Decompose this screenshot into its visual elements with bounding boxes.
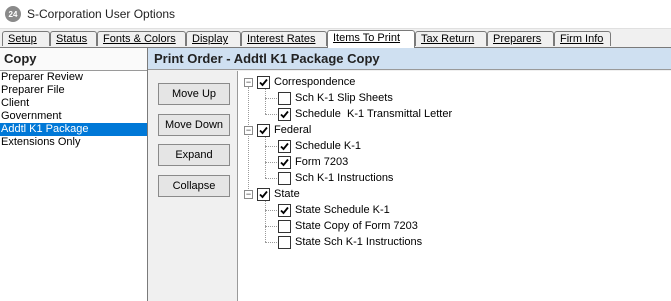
tab-tax-return[interactable]: Tax Return	[415, 31, 487, 46]
tab-interest-rates[interactable]: Interest Rates	[241, 31, 327, 46]
copy-item-addtl-k1-package[interactable]: Addtl K1 Package	[0, 123, 147, 136]
tab-items-to-print[interactable]: Items To Print	[327, 30, 415, 48]
checkbox[interactable]	[278, 91, 291, 105]
tree-connector	[265, 210, 277, 211]
checkbox[interactable]	[278, 235, 291, 249]
tab-strip: Setup Status Fonts & Colors Display Inte…	[0, 29, 671, 48]
collapse-button[interactable]: Collapse	[158, 175, 230, 197]
checkbox[interactable]	[278, 203, 291, 217]
checkbox[interactable]	[257, 187, 270, 201]
copy-item-extensions-only[interactable]: Extensions Only	[0, 136, 147, 149]
checkmark-icon	[280, 142, 289, 150]
tree-connector	[265, 226, 277, 227]
tree-node-label: Schedule K-1 Transmittal Letter	[295, 108, 453, 120]
tree-node-state-sch-k1-instructions[interactable]: State Sch K-1 Instructions	[278, 234, 422, 250]
tree-node-label: Schedule K-1	[295, 140, 362, 152]
checkmark-icon	[259, 190, 268, 198]
tree-connector	[265, 89, 266, 114]
tree-connector	[248, 87, 249, 195]
tree-node-label: State Copy of Form 7203	[295, 220, 418, 232]
tree-node-correspondence[interactable]: − Correspondence	[244, 74, 355, 90]
checkbox[interactable]	[257, 75, 270, 89]
tree-node-federal[interactable]: − Federal	[244, 122, 311, 138]
checkmark-icon	[280, 110, 289, 118]
tree-connector	[265, 242, 277, 243]
app-icon: 24	[5, 6, 21, 22]
tree-node-sch-k1-slip-sheets[interactable]: Sch K-1 Slip Sheets	[278, 90, 393, 106]
print-order-tree: − Correspondence Sch K-1 Slip Sheets Sch…	[238, 71, 671, 301]
tree-connector	[265, 98, 277, 99]
checkbox[interactable]	[278, 107, 291, 121]
collapse-toggle-icon[interactable]: −	[244, 125, 253, 135]
checkbox[interactable]	[278, 139, 291, 153]
copy-panel: Copy Preparer Review Preparer File Clien…	[0, 48, 148, 301]
collapse-toggle-icon[interactable]: −	[244, 77, 253, 87]
copy-item-preparer-review[interactable]: Preparer Review	[0, 71, 147, 84]
tab-setup[interactable]: Setup	[2, 31, 50, 46]
tree-node-sch-k1-instructions[interactable]: Sch K-1 Instructions	[278, 170, 393, 186]
tree-connector	[265, 137, 266, 178]
print-order-buttons: Move Up Move Down Expand Collapse	[148, 71, 238, 301]
checkbox[interactable]	[278, 155, 291, 169]
checkbox[interactable]	[278, 171, 291, 185]
tree-connector	[265, 146, 277, 147]
tab-display[interactable]: Display	[186, 31, 241, 46]
move-up-button[interactable]: Move Up	[158, 83, 230, 105]
tab-status[interactable]: Status	[50, 31, 97, 46]
checkmark-icon	[280, 158, 289, 166]
tree-connector	[265, 114, 277, 115]
tree-node-label: Federal	[274, 124, 312, 136]
tree-node-label: Sch K-1 Instructions	[295, 172, 394, 184]
checkmark-icon	[259, 78, 268, 86]
tree-node-state-copy-form-7203[interactable]: State Copy of Form 7203	[278, 218, 418, 234]
checkmark-icon	[259, 126, 268, 134]
copy-list: Preparer Review Preparer File Client Gov…	[0, 71, 147, 149]
tree-node-label: State Sch K-1 Instructions	[295, 236, 423, 248]
expand-button[interactable]: Expand	[158, 144, 230, 166]
tree-connector	[265, 162, 277, 163]
copy-item-government[interactable]: Government	[0, 110, 147, 123]
tree-node-label: State	[274, 188, 300, 200]
tab-fonts-colors[interactable]: Fonts & Colors	[97, 31, 186, 46]
tree-connector	[265, 178, 277, 179]
tree-node-schedule-k1[interactable]: Schedule K-1	[278, 138, 361, 154]
tree-node-form-7203[interactable]: Form 7203	[278, 154, 348, 170]
title-bar: 24 S-Corporation User Options	[0, 0, 671, 29]
tree-node-label: Correspondence	[274, 76, 356, 88]
tab-firm-info[interactable]: Firm Info	[554, 31, 611, 46]
tab-preparers[interactable]: Preparers	[487, 31, 554, 46]
move-down-button[interactable]: Move Down	[158, 114, 230, 136]
checkbox[interactable]	[278, 219, 291, 233]
copy-header: Copy	[0, 48, 147, 71]
checkbox[interactable]	[257, 123, 270, 137]
print-order-header: Print Order - Addtl K1 Package Copy	[148, 48, 671, 70]
tree-connector	[265, 201, 266, 242]
checkmark-icon	[280, 206, 289, 214]
copy-item-preparer-file[interactable]: Preparer File	[0, 84, 147, 97]
tree-node-label: Sch K-1 Slip Sheets	[295, 92, 393, 104]
collapse-toggle-icon[interactable]: −	[244, 189, 253, 199]
tree-node-label: Form 7203	[295, 156, 349, 168]
copy-item-client[interactable]: Client	[0, 97, 147, 110]
tree-node-schedule-k1-transmittal-letter[interactable]: Schedule K-1 Transmittal Letter	[278, 106, 452, 122]
tree-node-state[interactable]: − State	[244, 186, 300, 202]
window-title: S-Corporation User Options	[27, 7, 176, 21]
tree-node-state-schedule-k1[interactable]: State Schedule K-1	[278, 202, 390, 218]
tree-node-label: State Schedule K-1	[295, 204, 390, 216]
